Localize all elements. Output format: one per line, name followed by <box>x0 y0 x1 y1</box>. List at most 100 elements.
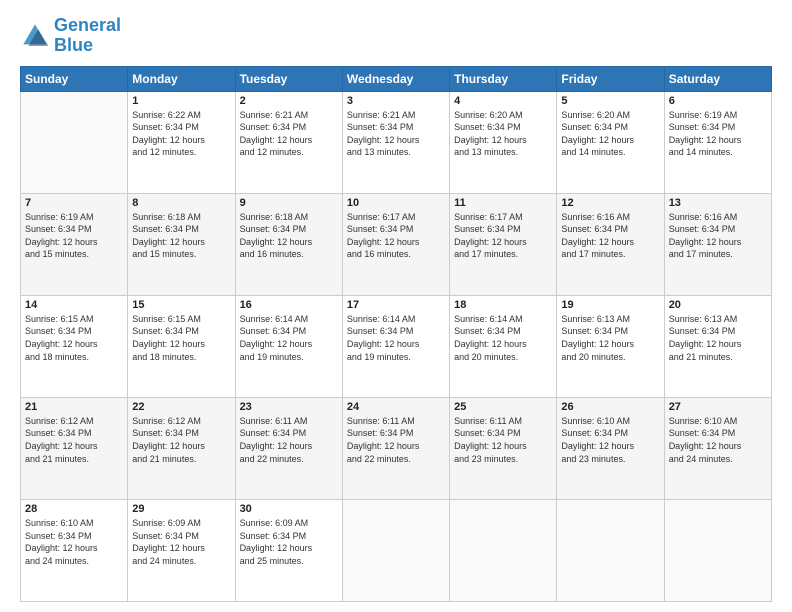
day-info: Sunrise: 6:18 AM Sunset: 6:34 PM Dayligh… <box>132 211 230 261</box>
day-number: 30 <box>240 503 338 515</box>
day-info: Sunrise: 6:15 AM Sunset: 6:34 PM Dayligh… <box>132 313 230 363</box>
day-number: 13 <box>669 197 767 209</box>
day-info: Sunrise: 6:16 AM Sunset: 6:34 PM Dayligh… <box>561 211 659 261</box>
day-info: Sunrise: 6:12 AM Sunset: 6:34 PM Dayligh… <box>25 415 123 465</box>
day-info: Sunrise: 6:11 AM Sunset: 6:34 PM Dayligh… <box>240 415 338 465</box>
day-info: Sunrise: 6:14 AM Sunset: 6:34 PM Dayligh… <box>347 313 445 363</box>
column-header-saturday: Saturday <box>664 66 771 91</box>
day-info: Sunrise: 6:13 AM Sunset: 6:34 PM Dayligh… <box>669 313 767 363</box>
day-cell: 6 Sunrise: 6:19 AM Sunset: 6:34 PM Daylig… <box>664 91 771 193</box>
day-cell: 3Sunrise: 6:21 AM Sunset: 6:34 PM Daylig… <box>342 91 449 193</box>
day-info: Sunrise: 6:11 AM Sunset: 6:34 PM Dayligh… <box>454 415 552 465</box>
day-cell: 24Sunrise: 6:11 AM Sunset: 6:34 PM Dayli… <box>342 397 449 499</box>
calendar-body: 1 Sunrise: 6:22 AM Sunset: 6:34 PM Daylig… <box>21 91 772 601</box>
day-info: Sunrise: 6:16 AM Sunset: 6:34 PM Dayligh… <box>669 211 767 261</box>
day-cell: 26 Sunrise: 6:10 AM Sunset: 6:34 PM Dayli… <box>557 397 664 499</box>
day-info: Sunrise: 6:21 AM Sunset: 6:34 PM Dayligh… <box>347 109 445 159</box>
day-number: 1 <box>132 95 230 107</box>
day-info: Sunrise: 6:10 AM Sunset: 6:34 PM Dayligh… <box>561 415 659 465</box>
day-cell: 4 Sunrise: 6:20 AM Sunset: 6:34 PM Daylig… <box>450 91 557 193</box>
day-cell <box>21 91 128 193</box>
day-info: Sunrise: 6:19 AM Sunset: 6:34 PM Dayligh… <box>25 211 123 261</box>
column-header-monday: Monday <box>128 66 235 91</box>
day-cell: 28 Sunrise: 6:10 AM Sunset: 6:34 PM Dayli… <box>21 499 128 601</box>
day-info: Sunrise: 6:09 AM Sunset: 6:34 PM Dayligh… <box>132 517 230 567</box>
day-cell: 19 Sunrise: 6:13 AM Sunset: 6:34 PM Dayli… <box>557 295 664 397</box>
day-cell: 13 Sunrise: 6:16 AM Sunset: 6:34 PM Dayli… <box>664 193 771 295</box>
day-number: 7 <box>25 197 123 209</box>
day-number: 11 <box>454 197 552 209</box>
day-number: 6 <box>669 95 767 107</box>
day-cell: 8 Sunrise: 6:18 AM Sunset: 6:34 PM Daylig… <box>128 193 235 295</box>
day-number: 20 <box>669 299 767 311</box>
day-number: 27 <box>669 401 767 413</box>
day-number: 17 <box>347 299 445 311</box>
day-number: 2 <box>240 95 338 107</box>
day-info: Sunrise: 6:12 AM Sunset: 6:34 PM Dayligh… <box>132 415 230 465</box>
week-row: 7 Sunrise: 6:19 AM Sunset: 6:34 PM Daylig… <box>21 193 772 295</box>
day-number: 19 <box>561 299 659 311</box>
day-cell <box>557 499 664 601</box>
header-row: SundayMondayTuesdayWednesdayThursdayFrid… <box>21 66 772 91</box>
day-info: Sunrise: 6:19 AM Sunset: 6:34 PM Dayligh… <box>669 109 767 159</box>
day-number: 26 <box>561 401 659 413</box>
calendar-header: SundayMondayTuesdayWednesdayThursdayFrid… <box>21 66 772 91</box>
day-cell: 1 Sunrise: 6:22 AM Sunset: 6:34 PM Daylig… <box>128 91 235 193</box>
day-info: Sunrise: 6:14 AM Sunset: 6:34 PM Dayligh… <box>240 313 338 363</box>
day-number: 10 <box>347 197 445 209</box>
day-cell: 25 Sunrise: 6:11 AM Sunset: 6:34 PM Dayli… <box>450 397 557 499</box>
column-header-friday: Friday <box>557 66 664 91</box>
day-cell <box>450 499 557 601</box>
day-cell <box>342 499 449 601</box>
day-cell: 21 Sunrise: 6:12 AM Sunset: 6:34 PM Dayli… <box>21 397 128 499</box>
day-cell: 15 Sunrise: 6:15 AM Sunset: 6:34 PM Dayli… <box>128 295 235 397</box>
calendar: SundayMondayTuesdayWednesdayThursdayFrid… <box>20 66 772 602</box>
day-info: Sunrise: 6:10 AM Sunset: 6:34 PM Dayligh… <box>25 517 123 567</box>
day-number: 21 <box>25 401 123 413</box>
day-info: Sunrise: 6:14 AM Sunset: 6:34 PM Dayligh… <box>454 313 552 363</box>
column-header-thursday: Thursday <box>450 66 557 91</box>
day-number: 24 <box>347 401 445 413</box>
day-number: 16 <box>240 299 338 311</box>
day-number: 29 <box>132 503 230 515</box>
day-number: 15 <box>132 299 230 311</box>
week-row: 21 Sunrise: 6:12 AM Sunset: 6:34 PM Dayli… <box>21 397 772 499</box>
day-number: 5 <box>561 95 659 107</box>
day-number: 4 <box>454 95 552 107</box>
day-number: 23 <box>240 401 338 413</box>
header: General Blue <box>20 16 772 56</box>
day-cell: 5Sunrise: 6:20 AM Sunset: 6:34 PM Daylig… <box>557 91 664 193</box>
day-cell <box>664 499 771 601</box>
day-info: Sunrise: 6:18 AM Sunset: 6:34 PM Dayligh… <box>240 211 338 261</box>
week-row: 14 Sunrise: 6:15 AM Sunset: 6:34 PM Dayli… <box>21 295 772 397</box>
day-cell: 18 Sunrise: 6:14 AM Sunset: 6:34 PM Dayli… <box>450 295 557 397</box>
day-cell: 10 Sunrise: 6:17 AM Sunset: 6:34 PM Dayli… <box>342 193 449 295</box>
day-cell: 2 Sunrise: 6:21 AM Sunset: 6:34 PM Daylig… <box>235 91 342 193</box>
day-cell: 17 Sunrise: 6:14 AM Sunset: 6:34 PM Dayli… <box>342 295 449 397</box>
day-cell: 7 Sunrise: 6:19 AM Sunset: 6:34 PM Daylig… <box>21 193 128 295</box>
day-info: Sunrise: 6:22 AM Sunset: 6:34 PM Dayligh… <box>132 109 230 159</box>
logo: General Blue <box>20 16 121 56</box>
week-row: 28 Sunrise: 6:10 AM Sunset: 6:34 PM Dayli… <box>21 499 772 601</box>
day-number: 28 <box>25 503 123 515</box>
day-info: Sunrise: 6:09 AM Sunset: 6:34 PM Dayligh… <box>240 517 338 567</box>
day-number: 25 <box>454 401 552 413</box>
day-info: Sunrise: 6:13 AM Sunset: 6:34 PM Dayligh… <box>561 313 659 363</box>
day-info: Sunrise: 6:21 AM Sunset: 6:34 PM Dayligh… <box>240 109 338 159</box>
page: General Blue SundayMondayTuesdayWednesda… <box>0 0 792 612</box>
column-header-wednesday: Wednesday <box>342 66 449 91</box>
day-info: Sunrise: 6:17 AM Sunset: 6:34 PM Dayligh… <box>347 211 445 261</box>
week-row: 1 Sunrise: 6:22 AM Sunset: 6:34 PM Daylig… <box>21 91 772 193</box>
day-number: 14 <box>25 299 123 311</box>
day-cell: 22 Sunrise: 6:12 AM Sunset: 6:34 PM Dayli… <box>128 397 235 499</box>
day-cell: 14Sunrise: 6:15 AM Sunset: 6:34 PM Dayli… <box>21 295 128 397</box>
day-number: 18 <box>454 299 552 311</box>
day-number: 8 <box>132 197 230 209</box>
logo-icon <box>20 21 50 51</box>
day-info: Sunrise: 6:17 AM Sunset: 6:34 PM Dayligh… <box>454 211 552 261</box>
column-header-sunday: Sunday <box>21 66 128 91</box>
day-info: Sunrise: 6:10 AM Sunset: 6:34 PM Dayligh… <box>669 415 767 465</box>
day-number: 22 <box>132 401 230 413</box>
day-cell: 12Sunrise: 6:16 AM Sunset: 6:34 PM Dayli… <box>557 193 664 295</box>
day-info: Sunrise: 6:20 AM Sunset: 6:34 PM Dayligh… <box>454 109 552 159</box>
